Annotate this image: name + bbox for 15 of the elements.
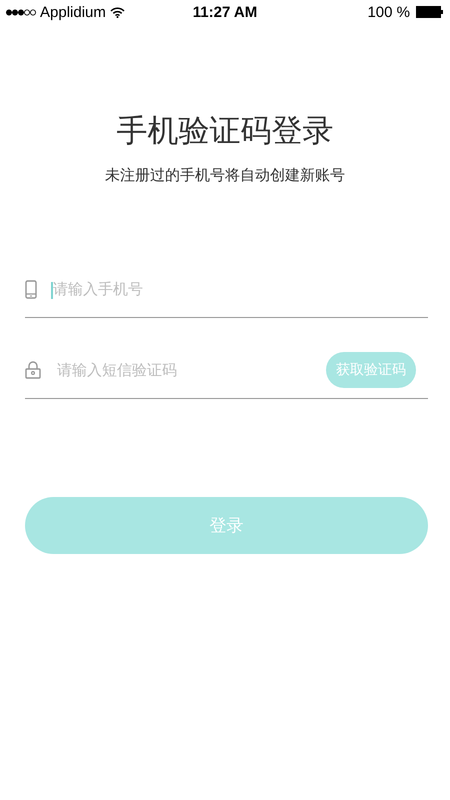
text-cursor	[51, 282, 53, 299]
page-title: 手机验证码登录	[116, 112, 334, 151]
carrier-name: Applidium	[40, 4, 106, 20]
phone-field[interactable]: 请输入手机号	[53, 280, 416, 298]
code-field[interactable]: 请输入短信验证码	[57, 361, 310, 379]
signal-icon	[6, 8, 36, 16]
lock-icon	[25, 361, 41, 379]
login-button[interactable]: 登录	[25, 497, 428, 554]
battery-icon	[416, 6, 444, 18]
battery-level: 100 %	[367, 4, 410, 20]
wifi-icon	[110, 6, 125, 18]
phone-icon	[25, 280, 37, 298]
clock-time: 11:27 AM	[192, 4, 258, 20]
get-code-button[interactable]: 获取验证码	[326, 352, 416, 388]
subtitle: 未注册过的手机号将自动创建新账号	[104, 166, 346, 185]
